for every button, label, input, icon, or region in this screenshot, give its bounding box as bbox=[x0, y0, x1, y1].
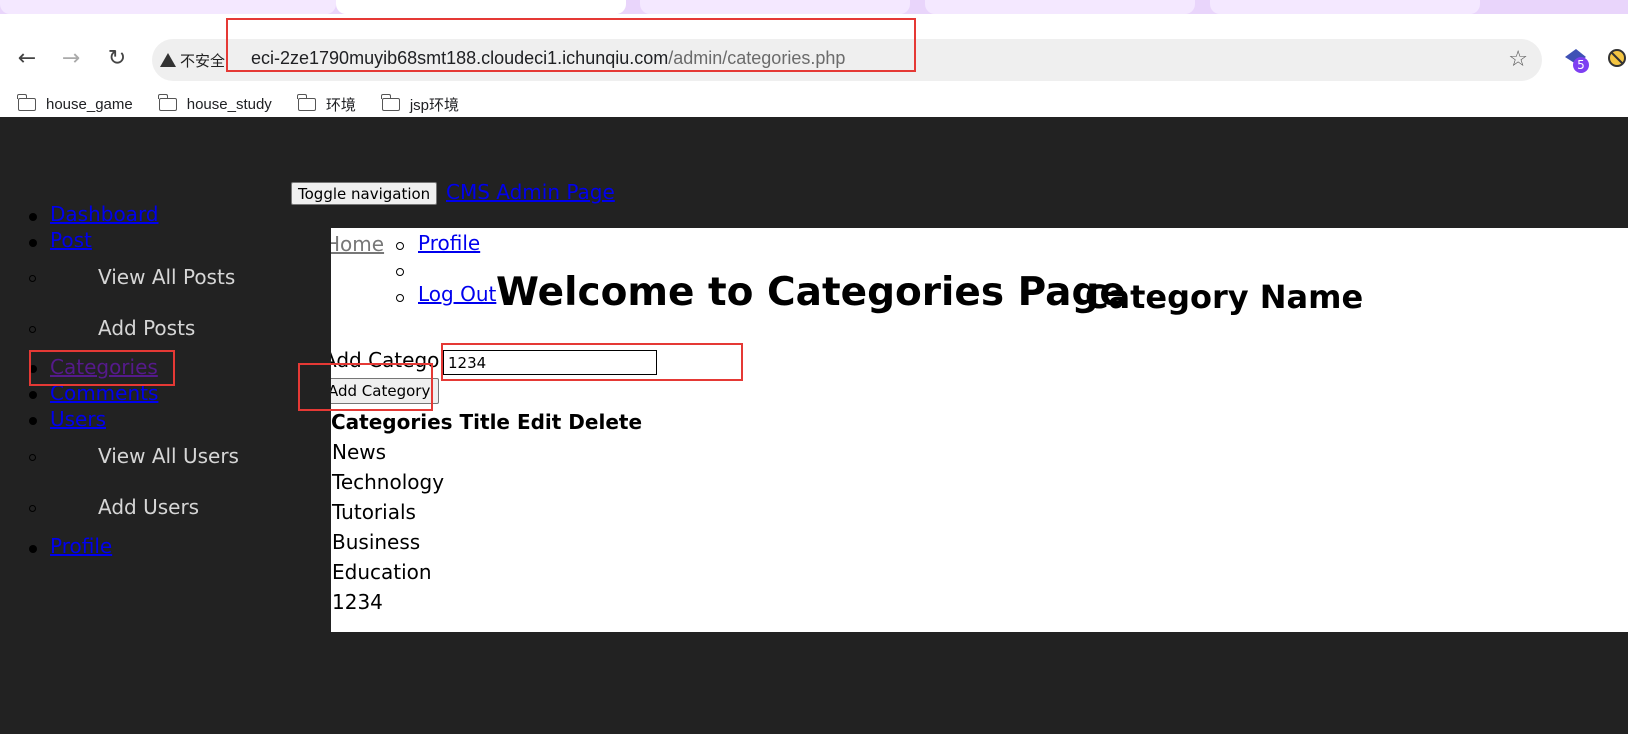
bullet bbox=[29, 454, 36, 461]
folder-icon bbox=[381, 93, 400, 111]
bullet bbox=[29, 365, 37, 373]
bookmark-label: house_study bbox=[186, 95, 272, 113]
add-category-label: Add Category bbox=[331, 348, 460, 372]
bullet bbox=[396, 242, 404, 250]
home-link[interactable]: Home bbox=[331, 232, 384, 256]
bullet bbox=[29, 391, 37, 399]
bookmark-folder[interactable]: house_study bbox=[158, 90, 272, 118]
bookmark-folder[interactable]: 环境 bbox=[297, 90, 356, 118]
folder-icon bbox=[17, 93, 36, 111]
extension-icon[interactable]: 5 bbox=[1562, 44, 1592, 78]
add-category-button[interactable]: Add Category bbox=[331, 378, 440, 404]
browser-tab[interactable] bbox=[0, 0, 336, 14]
table-row: Technology bbox=[332, 470, 445, 494]
sidebar-item-dashboard[interactable]: Dashboard bbox=[50, 202, 159, 226]
browser-toolbar: ← → ↻ 不安全 eci-2ze1790muyib68smt188.cloud… bbox=[0, 14, 1628, 117]
forward-icon[interactable]: → bbox=[57, 44, 85, 72]
bookmark-folder[interactable]: house_game bbox=[17, 90, 133, 118]
sidebar-item-profile[interactable]: Profile bbox=[50, 534, 112, 558]
bullet bbox=[29, 239, 37, 247]
toggle-navigation-button[interactable]: Toggle navigation bbox=[291, 182, 438, 205]
reload-icon[interactable]: ↻ bbox=[103, 44, 131, 72]
table-row: Business bbox=[332, 530, 421, 554]
browser-tab-active[interactable] bbox=[336, 0, 626, 14]
bookmark-folder[interactable]: jsp环境 bbox=[381, 90, 460, 118]
security-indicator[interactable]: 不安全 bbox=[160, 48, 225, 72]
sidebar-item-users[interactable]: Users bbox=[50, 407, 106, 431]
bullet bbox=[29, 417, 37, 425]
profile-link[interactable]: Profile bbox=[418, 231, 480, 255]
bookmark-label: 环境 bbox=[325, 96, 356, 114]
tab-strip bbox=[0, 0, 1628, 14]
url-host: eci-2ze1790muyib68smt188.cloudeci1.ichun… bbox=[251, 48, 669, 68]
back-icon[interactable]: ← bbox=[13, 44, 41, 72]
browser-tab[interactable] bbox=[925, 0, 1195, 14]
url-text[interactable]: eci-2ze1790muyib68smt188.cloudeci1.ichun… bbox=[251, 48, 845, 69]
section-title: Category Name bbox=[1085, 278, 1364, 316]
security-label: 不安全 bbox=[180, 51, 226, 70]
bullet bbox=[29, 326, 36, 333]
bullet bbox=[396, 294, 404, 302]
table-row: News bbox=[332, 440, 387, 464]
bookmark-label: house_game bbox=[46, 95, 133, 113]
table-row: Education bbox=[332, 560, 432, 584]
brand-link[interactable]: CMS Admin Page bbox=[446, 180, 615, 204]
sidebar-subitem-view-all-posts[interactable]: View All Posts bbox=[98, 265, 235, 289]
warning-icon bbox=[160, 53, 176, 67]
sidebar-item-categories[interactable]: Categories bbox=[50, 355, 158, 379]
browser-tab[interactable] bbox=[1210, 0, 1480, 14]
bullet bbox=[29, 505, 36, 512]
sidebar-subitem-view-all-users[interactable]: View All Users bbox=[98, 444, 239, 468]
sidebar-item-post[interactable]: Post bbox=[50, 228, 92, 252]
page-title: Welcome to Categories Page bbox=[496, 270, 1126, 315]
table-row: Tutorials bbox=[332, 500, 416, 524]
bullet bbox=[29, 545, 37, 553]
table-row: 1234 bbox=[332, 590, 383, 614]
table-header: Categories Title Edit Delete bbox=[331, 410, 643, 434]
sidebar-subitem-add-users[interactable]: Add Users bbox=[98, 495, 199, 519]
sidebar-subitem-add-posts[interactable]: Add Posts bbox=[98, 316, 195, 340]
blocked-icon[interactable] bbox=[1606, 47, 1628, 73]
extension-badge: 5 bbox=[1577, 58, 1585, 72]
bookmarks-bar: house_game house_study 环境 jsp环境 bbox=[0, 90, 467, 118]
bookmark-star-icon[interactable]: ☆ bbox=[1508, 47, 1528, 72]
bookmark-label: jsp环境 bbox=[409, 96, 460, 114]
folder-icon bbox=[158, 93, 177, 111]
main-content: Home Profile Log Out Welcome to Categori… bbox=[331, 228, 1628, 632]
folder-icon bbox=[297, 93, 316, 111]
bullet bbox=[396, 268, 404, 276]
bullet bbox=[29, 213, 37, 221]
bullet bbox=[29, 275, 36, 282]
address-bar[interactable]: 不安全 eci-2ze1790muyib68smt188.cloudeci1.i… bbox=[152, 39, 1542, 81]
browser-tab[interactable] bbox=[640, 0, 910, 14]
sidebar-item-comments[interactable]: Comments bbox=[50, 381, 158, 405]
url-path: /admin/categories.php bbox=[668, 48, 846, 68]
logout-link[interactable]: Log Out bbox=[418, 282, 496, 306]
category-title-input[interactable] bbox=[443, 350, 657, 375]
